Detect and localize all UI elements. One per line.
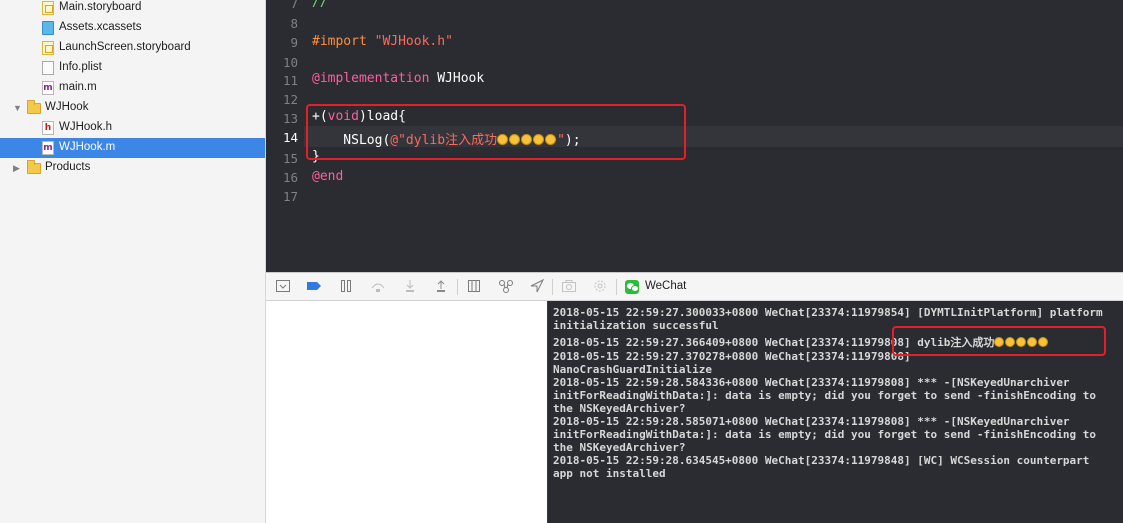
nav-item-wjhook-h[interactable]: h WJHook.h (0, 118, 265, 138)
storyboard-icon (42, 1, 54, 15)
plist-icon (42, 61, 54, 75)
nav-item-assets[interactable]: Assets.xcassets (0, 18, 265, 38)
console-line: the NSKeyedArchiver? (553, 402, 686, 415)
nav-item-label: LaunchScreen.storyboard (59, 41, 191, 53)
debug-toolbar: WeChat (266, 272, 1123, 301)
memory-graph-icon[interactable] (497, 278, 515, 296)
line-number: 8 (290, 16, 298, 31)
line-number: 17 (282, 189, 298, 204)
code-string: "WJHook.h" (374, 34, 453, 49)
code-comment-line: // (312, 0, 328, 10)
console-line: app not installed (553, 467, 666, 480)
camera-icon[interactable] (560, 278, 578, 296)
environment-overrides-icon[interactable] (591, 278, 609, 296)
assets-icon (42, 21, 54, 35)
nav-item-label: Main.storyboard (59, 1, 142, 13)
toolbar-divider (616, 279, 617, 295)
hide-debug-area-icon[interactable] (274, 278, 292, 296)
console-line: 2018-05-15 22:59:28.584336+0800 WeChat[2… (553, 376, 1070, 389)
line-number: 11 (282, 73, 298, 88)
nav-item-launchscreen[interactable]: LaunchScreen.storyboard (0, 38, 265, 58)
folder-icon (27, 160, 41, 174)
disclosure-closed-icon[interactable]: ▶ (13, 163, 23, 173)
console-highlight-box (892, 326, 1106, 356)
variables-view[interactable] (266, 301, 547, 523)
code-editor[interactable]: 7 8 9 10 11 12 13 14 15 16 17 // #import… (266, 0, 1123, 272)
console-line: 2018-05-15 22:59:27.300033+0800 WeChat[2… (553, 306, 1103, 319)
nav-group-label: WJHook (45, 101, 89, 113)
nav-item-main-m[interactable]: m main.m (0, 78, 265, 98)
nav-item-label: Info.plist (59, 61, 102, 73)
code-implementation-line: @implementation WJHook (312, 71, 484, 86)
nav-item-label: main.m (59, 81, 97, 93)
line-number-gutter: 7 8 9 10 11 12 13 14 15 16 17 (266, 0, 304, 272)
nav-item-wjhook-m[interactable]: m WJHook.m (0, 138, 265, 158)
pause-icon[interactable] (337, 278, 355, 296)
wechat-app-icon (625, 280, 639, 294)
code-end-line: @end (312, 169, 344, 184)
console-line: initForReadingWithData:]: data is empty;… (553, 428, 1097, 441)
line-number: 13 (282, 111, 298, 126)
step-over-icon[interactable] (369, 278, 387, 296)
code-highlight-box (306, 104, 686, 160)
step-out-icon[interactable] (432, 278, 450, 296)
m-file-icon: m (42, 141, 54, 155)
nav-item-info-plist[interactable]: Info.plist (0, 58, 265, 78)
nav-group-products[interactable]: ▶ Products (0, 158, 265, 178)
code-class-name: WJHook (437, 71, 485, 86)
line-number: 15 (282, 151, 298, 166)
storyboard-icon (42, 41, 54, 55)
code-import-line: #import "WJHook.h" (312, 34, 453, 49)
breakpoints-icon[interactable] (305, 278, 323, 296)
line-number: 12 (282, 92, 298, 107)
step-into-icon[interactable] (401, 278, 419, 296)
view-hierarchy-icon[interactable] (465, 278, 483, 296)
console-line: NanoCrashGuardInitialize (553, 363, 712, 376)
console-line: the NSKeyedArchiver? (553, 441, 686, 454)
line-number: 9 (290, 35, 298, 50)
disclosure-open-icon[interactable]: ▼ (13, 103, 23, 113)
toolbar-divider (457, 279, 458, 295)
console-line: 2018-05-15 22:59:28.634545+0800 WeChat[2… (553, 454, 1090, 467)
nav-group-label: Products (45, 161, 91, 173)
code-directive: #import (312, 34, 367, 49)
line-number: 16 (282, 170, 298, 185)
code-keyword: @implementation (312, 71, 430, 86)
toolbar-divider (552, 279, 553, 295)
nav-item-label: Assets.xcassets (59, 21, 142, 33)
nav-item-label: WJHook.h (59, 121, 113, 133)
simulate-location-icon[interactable] (528, 278, 546, 296)
folder-icon (27, 100, 41, 114)
console-line: initForReadingWithData:]: data is empty;… (553, 389, 1097, 402)
process-label[interactable]: WeChat (645, 280, 686, 292)
line-number-current: 14 (282, 130, 298, 145)
nav-item-main-storyboard[interactable]: Main.storyboard (0, 0, 265, 18)
nav-group-wjhook[interactable]: ▼ WJHook (0, 98, 265, 118)
m-file-icon: m (42, 81, 54, 95)
h-file-icon: h (42, 121, 54, 135)
line-number: 7 (290, 0, 298, 11)
line-number: 10 (282, 55, 298, 70)
console-line: 2018-05-15 22:59:28.585071+0800 WeChat[2… (553, 415, 1070, 428)
debug-console[interactable]: 2018-05-15 22:59:27.300033+0800 WeChat[2… (547, 301, 1123, 523)
project-navigator: Main.storyboard Assets.xcassets LaunchSc… (0, 0, 266, 523)
nav-item-label: WJHook.m (59, 141, 116, 153)
